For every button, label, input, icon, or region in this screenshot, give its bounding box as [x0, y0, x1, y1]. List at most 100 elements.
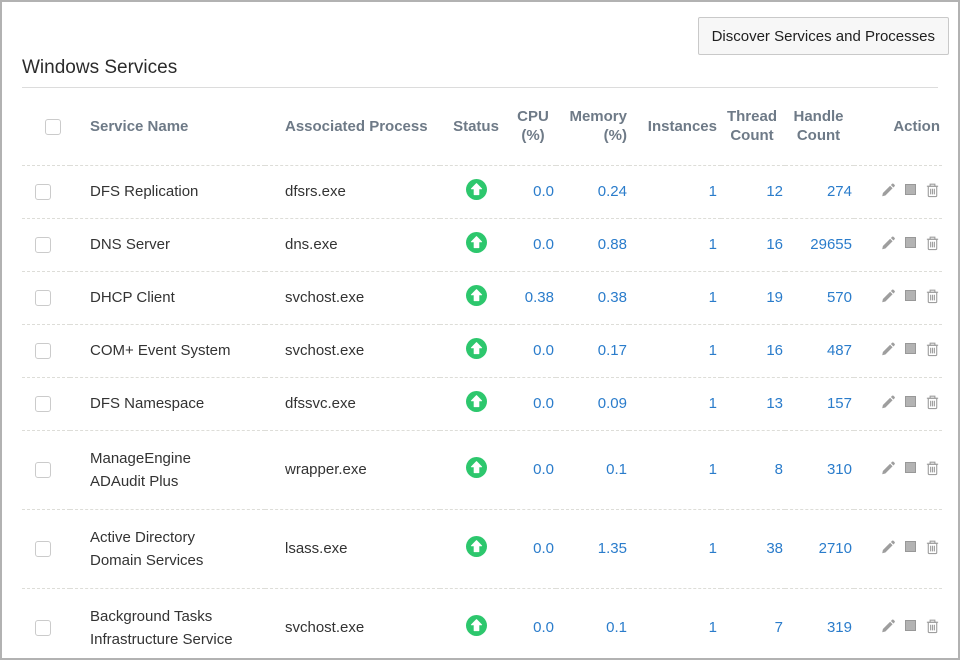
select-all-checkbox[interactable] — [45, 119, 61, 135]
edit-icon[interactable] — [880, 539, 896, 555]
edit-icon[interactable] — [880, 394, 896, 410]
edit-icon[interactable] — [880, 618, 896, 634]
table-row: ManageEngine ADAudit Plus wrapper.exe 0.… — [22, 430, 942, 509]
thread-count-value[interactable]: 8 — [775, 461, 783, 478]
edit-icon[interactable] — [880, 288, 896, 304]
instances-value[interactable]: 1 — [709, 619, 717, 636]
col-header-instances: Instances — [629, 88, 721, 165]
edit-icon[interactable] — [880, 341, 896, 357]
delete-icon[interactable] — [925, 182, 940, 198]
delete-icon[interactable] — [925, 460, 940, 476]
stop-icon[interactable] — [905, 620, 916, 631]
row-checkbox[interactable] — [35, 462, 51, 478]
instances-value[interactable]: 1 — [709, 540, 717, 557]
service-name-cell: ManageEngine ADAudit Plus — [70, 430, 265, 509]
service-name-cell: DFS Namespace — [70, 377, 265, 430]
stop-icon[interactable] — [905, 541, 916, 552]
col-header-action: Action — [854, 88, 942, 165]
status-up-icon — [466, 391, 487, 416]
row-checkbox[interactable] — [35, 237, 51, 253]
service-name-cell: Background Tasks Infrastructure Service — [70, 588, 265, 660]
stop-icon[interactable] — [905, 184, 916, 195]
status-up-icon — [466, 338, 487, 363]
memory-value[interactable]: 0.88 — [598, 236, 627, 253]
handle-count-value[interactable]: 487 — [827, 342, 852, 359]
instances-value[interactable]: 1 — [709, 461, 717, 478]
col-header-handle-count: HandleCount — [785, 88, 854, 165]
instances-value[interactable]: 1 — [709, 236, 717, 253]
thread-count-value[interactable]: 7 — [775, 619, 783, 636]
handle-count-value[interactable]: 570 — [827, 289, 852, 306]
thread-count-value[interactable]: 19 — [766, 289, 783, 306]
thread-count-value[interactable]: 13 — [766, 395, 783, 412]
table-row: COM+ Event System svchost.exe 0.0 0.17 1… — [22, 324, 942, 377]
handle-count-value[interactable]: 319 — [827, 619, 852, 636]
handle-count-value[interactable]: 157 — [827, 395, 852, 412]
top-toolbar: Discover Services and Processes — [2, 2, 958, 56]
thread-count-value[interactable]: 38 — [766, 540, 783, 557]
cpu-value[interactable]: 0.0 — [533, 461, 554, 478]
status-up-icon — [466, 536, 487, 561]
stop-icon[interactable] — [905, 462, 916, 473]
windows-services-panel: Discover Services and Processes Windows … — [0, 0, 960, 660]
edit-icon[interactable] — [880, 460, 896, 476]
cpu-value[interactable]: 0.38 — [525, 289, 554, 306]
instances-value[interactable]: 1 — [709, 289, 717, 306]
cpu-value[interactable]: 0.0 — [533, 236, 554, 253]
row-checkbox[interactable] — [35, 620, 51, 636]
cpu-value[interactable]: 0.0 — [533, 183, 554, 200]
cpu-value[interactable]: 0.0 — [533, 342, 554, 359]
thread-count-value[interactable]: 16 — [766, 236, 783, 253]
process-cell: svchost.exe — [265, 271, 440, 324]
process-cell: svchost.exe — [265, 324, 440, 377]
instances-value[interactable]: 1 — [709, 342, 717, 359]
handle-count-value[interactable]: 29655 — [810, 236, 852, 253]
edit-icon[interactable] — [880, 235, 896, 251]
status-up-icon — [466, 232, 487, 257]
process-cell: dfssvc.exe — [265, 377, 440, 430]
table-row: DHCP Client svchost.exe 0.38 0.38 1 19 5… — [22, 271, 942, 324]
service-name-cell: DFS Replication — [70, 165, 265, 218]
memory-value[interactable]: 0.24 — [598, 183, 627, 200]
cpu-value[interactable]: 0.0 — [533, 540, 554, 557]
col-header-status: Status — [440, 88, 512, 165]
memory-value[interactable]: 1.35 — [598, 540, 627, 557]
memory-value[interactable]: 0.09 — [598, 395, 627, 412]
stop-icon[interactable] — [905, 343, 916, 354]
stop-icon[interactable] — [905, 396, 916, 407]
delete-icon[interactable] — [925, 394, 940, 410]
row-checkbox[interactable] — [35, 343, 51, 359]
stop-icon[interactable] — [905, 290, 916, 301]
handle-count-value[interactable]: 274 — [827, 183, 852, 200]
thread-count-value[interactable]: 16 — [766, 342, 783, 359]
delete-icon[interactable] — [925, 618, 940, 634]
edit-icon[interactable] — [880, 182, 896, 198]
process-cell: dns.exe — [265, 218, 440, 271]
row-checkbox[interactable] — [35, 290, 51, 306]
memory-value[interactable]: 0.1 — [606, 461, 627, 478]
delete-icon[interactable] — [925, 341, 940, 357]
instances-value[interactable]: 1 — [709, 395, 717, 412]
status-up-icon — [466, 457, 487, 482]
delete-icon[interactable] — [925, 288, 940, 304]
memory-value[interactable]: 0.17 — [598, 342, 627, 359]
status-up-icon — [466, 179, 487, 204]
thread-count-value[interactable]: 12 — [766, 183, 783, 200]
table-row: Active Directory Domain Services lsass.e… — [22, 509, 942, 588]
instances-value[interactable]: 1 — [709, 183, 717, 200]
delete-icon[interactable] — [925, 235, 940, 251]
cpu-value[interactable]: 0.0 — [533, 395, 554, 412]
discover-services-button[interactable]: Discover Services and Processes — [698, 17, 949, 55]
memory-value[interactable]: 0.1 — [606, 619, 627, 636]
memory-value[interactable]: 0.38 — [598, 289, 627, 306]
delete-icon[interactable] — [925, 539, 940, 555]
service-name-cell: DHCP Client — [70, 271, 265, 324]
row-checkbox[interactable] — [35, 396, 51, 412]
handle-count-value[interactable]: 2710 — [819, 540, 852, 557]
handle-count-value[interactable]: 310 — [827, 461, 852, 478]
row-checkbox[interactable] — [35, 184, 51, 200]
stop-icon[interactable] — [905, 237, 916, 248]
process-cell: wrapper.exe — [265, 430, 440, 509]
row-checkbox[interactable] — [35, 541, 51, 557]
cpu-value[interactable]: 0.0 — [533, 619, 554, 636]
